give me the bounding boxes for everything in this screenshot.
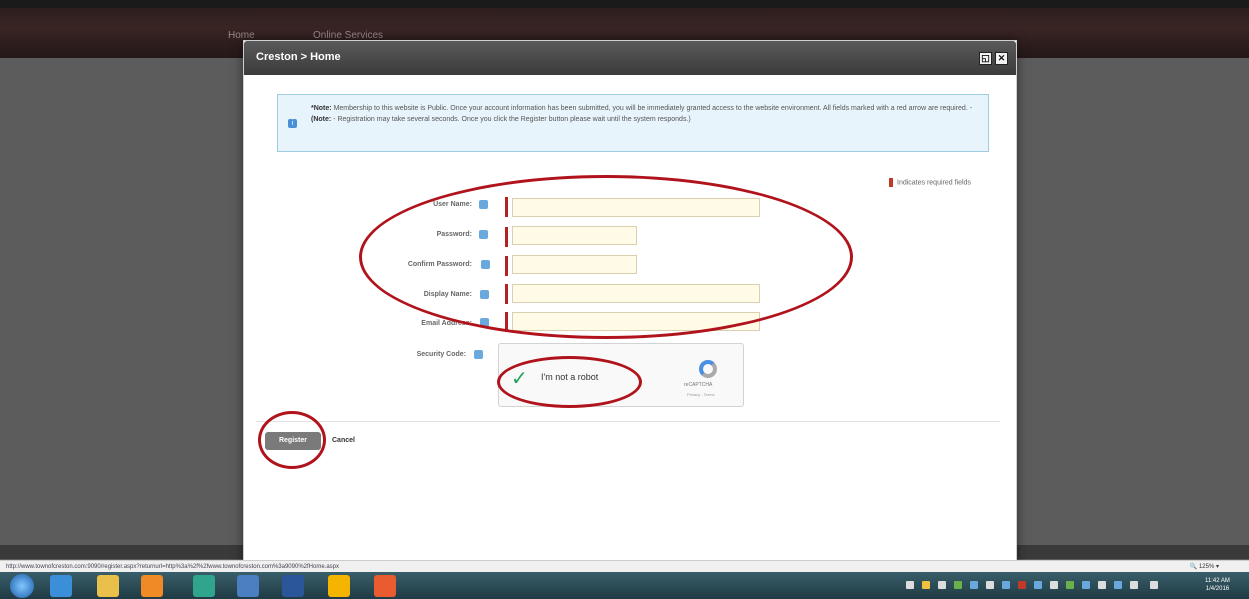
recaptcha-logo-icon [699,360,717,378]
annotation-ellipse-fields [359,175,853,339]
tray-icon[interactable] [1018,581,1026,589]
browser-icon[interactable] [237,575,259,597]
info-icon: i [288,119,297,128]
browser-status-bar: http://www.townofcreston.com:9090/regist… [0,560,1249,572]
tray-icon[interactable] [1050,581,1058,589]
tray-icon[interactable] [1002,581,1010,589]
recaptcha-brand: reCAPTCHA [684,382,713,388]
tray-icon[interactable] [1066,581,1074,589]
help-icon[interactable] [474,350,483,359]
tray-icon[interactable] [906,581,914,589]
tray-icon[interactable] [954,581,962,589]
windows-taskbar: 11:42 AM 1/4/2016 [0,572,1249,599]
register-modal: Creston > Home ◱ ✕ i *Note: Membership t… [243,40,1017,570]
status-url: http://www.townofcreston.com:9090/regist… [6,564,340,570]
annotation-ellipse-captcha [497,356,642,408]
maximize-icon[interactable]: ◱ [979,52,992,65]
snagit-icon[interactable] [374,575,396,597]
speaker-icon[interactable] [1150,581,1158,589]
recaptcha-links[interactable]: Privacy - Terms [687,392,714,397]
tray-icon[interactable] [1082,581,1090,589]
start-button-icon[interactable] [10,574,34,598]
tray-icon[interactable] [938,581,946,589]
modal-title: Creston > Home [256,51,341,63]
outlook-icon[interactable] [328,575,350,597]
browser-top-strip [0,0,1249,8]
media-player-icon[interactable] [141,575,163,597]
tray-icon[interactable] [1034,581,1042,589]
taskbar-clock[interactable]: 11:42 AM 1/4/2016 [1205,577,1230,593]
note-text: *Note: Membership to this website is Pub… [311,105,973,123]
word-icon[interactable] [282,575,304,597]
required-marker [889,178,893,187]
tray-icon[interactable] [986,581,994,589]
tray-icon[interactable] [1098,581,1106,589]
form-divider [256,421,1000,422]
membership-note: i *Note: Membership to this website is P… [277,94,989,152]
internet-explorer-icon[interactable] [50,575,72,597]
annotation-ellipse-register [258,411,326,469]
publisher-icon[interactable] [193,575,215,597]
cancel-link[interactable]: Cancel [332,437,355,444]
required-fields-legend: Indicates required fields [889,178,971,187]
tray-icon[interactable] [1114,581,1122,589]
file-explorer-icon[interactable] [97,575,119,597]
modal-header: Creston > Home ◱ ✕ [244,41,1016,75]
tray-icon[interactable] [970,581,978,589]
close-icon[interactable]: ✕ [995,52,1008,65]
security-code-label: Security Code: [416,351,466,358]
tray-icon[interactable] [922,581,930,589]
flag-icon[interactable] [1130,581,1138,589]
